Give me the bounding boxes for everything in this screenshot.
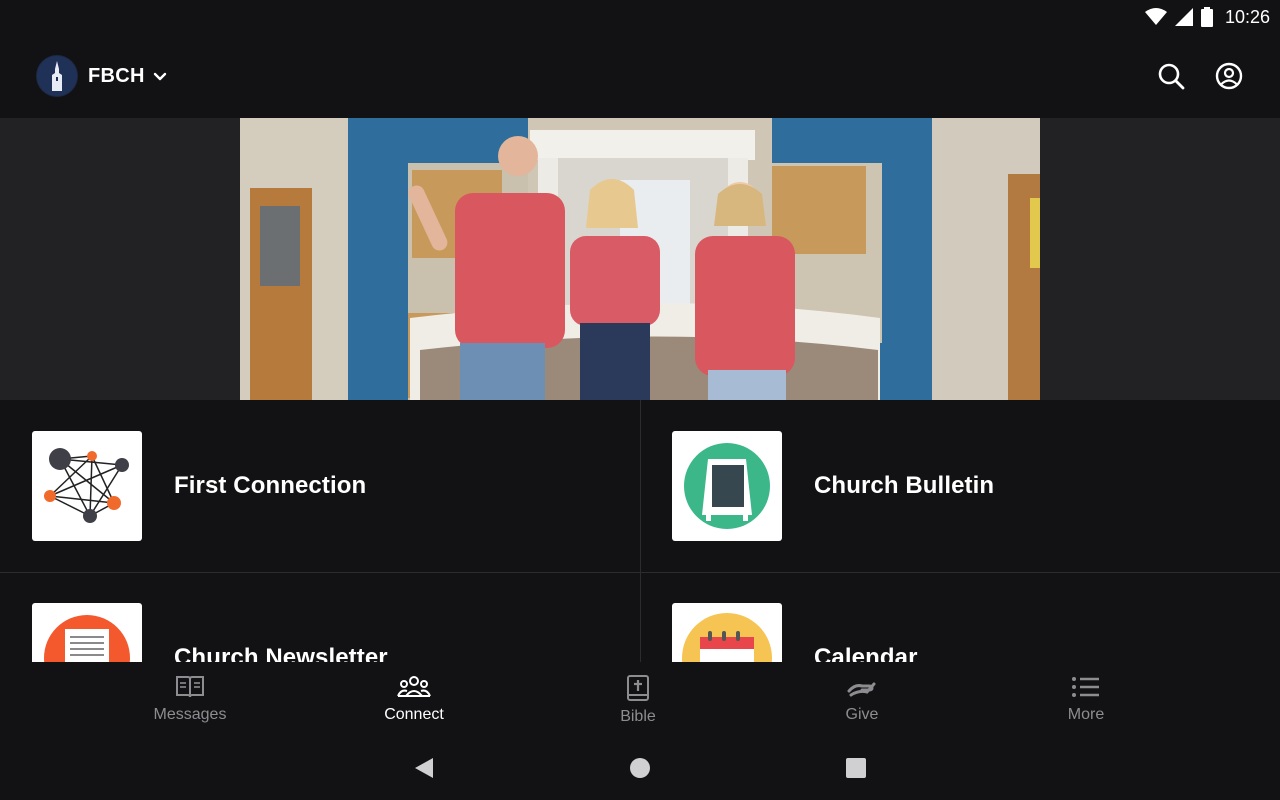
calendar-icon xyxy=(672,603,782,662)
search-button[interactable] xyxy=(1156,61,1186,91)
list-icon xyxy=(1072,677,1099,697)
chevron-down-icon[interactable] xyxy=(153,72,167,82)
tile-label: Calendar xyxy=(814,644,918,662)
tile-church-bulletin[interactable]: Church Bulletin xyxy=(640,400,1280,572)
status-bar: 10:26 xyxy=(0,0,1280,34)
giving-hand-icon xyxy=(847,682,876,697)
wifi-icon xyxy=(1144,8,1167,25)
recents-icon xyxy=(846,758,866,778)
signal-icon xyxy=(1174,8,1193,26)
tile-first-connection[interactable]: First Connection xyxy=(0,400,640,572)
hero-image[interactable] xyxy=(240,118,1040,400)
back-button[interactable] xyxy=(316,756,532,780)
nav-bible[interactable]: Bible xyxy=(526,662,750,736)
tile-calendar[interactable]: Calendar xyxy=(640,572,1280,662)
back-icon xyxy=(415,758,433,778)
newsletter-icon xyxy=(32,603,142,662)
nav-give[interactable]: Give xyxy=(750,662,974,736)
tile-label: Church Bulletin xyxy=(814,472,995,499)
nav-more[interactable]: More xyxy=(974,662,1198,736)
profile-button[interactable] xyxy=(1214,61,1244,91)
clock: 10:26 xyxy=(1224,6,1270,27)
open-book-icon xyxy=(176,676,204,698)
nav-label: Give xyxy=(845,706,879,723)
nav-connect[interactable]: Connect xyxy=(302,662,526,736)
tile-church-newsletter[interactable]: Church Newsletter xyxy=(0,572,640,662)
search-icon xyxy=(1158,63,1185,90)
church-steeple-logo[interactable] xyxy=(36,55,78,97)
people-group-icon xyxy=(397,676,431,697)
home-button[interactable] xyxy=(532,757,748,779)
app-title[interactable]: FBCH xyxy=(88,65,145,88)
tile-label: First Connection xyxy=(174,472,367,499)
nav-label: Messages xyxy=(153,706,227,723)
nav-label: More xyxy=(1067,706,1105,723)
nav-label: Bible xyxy=(620,708,656,725)
home-icon xyxy=(630,758,650,778)
tile-label: Church Newsletter xyxy=(174,644,388,662)
nav-label: Connect xyxy=(384,706,444,723)
account-circle-icon xyxy=(1215,62,1243,90)
bible-icon xyxy=(627,675,649,701)
nav-messages[interactable]: Messages xyxy=(78,662,302,736)
system-navigation xyxy=(0,736,1280,800)
bulletin-board-icon xyxy=(672,431,782,541)
bottom-navigation: Messages Connect Bible Give More xyxy=(0,662,1280,736)
recents-button[interactable] xyxy=(748,757,964,779)
network-graph-icon xyxy=(32,431,142,541)
app-bar: FBCH xyxy=(0,34,1280,118)
connect-grid: First Connection Church Bulletin Church … xyxy=(0,400,1280,662)
battery-icon xyxy=(1200,7,1213,27)
